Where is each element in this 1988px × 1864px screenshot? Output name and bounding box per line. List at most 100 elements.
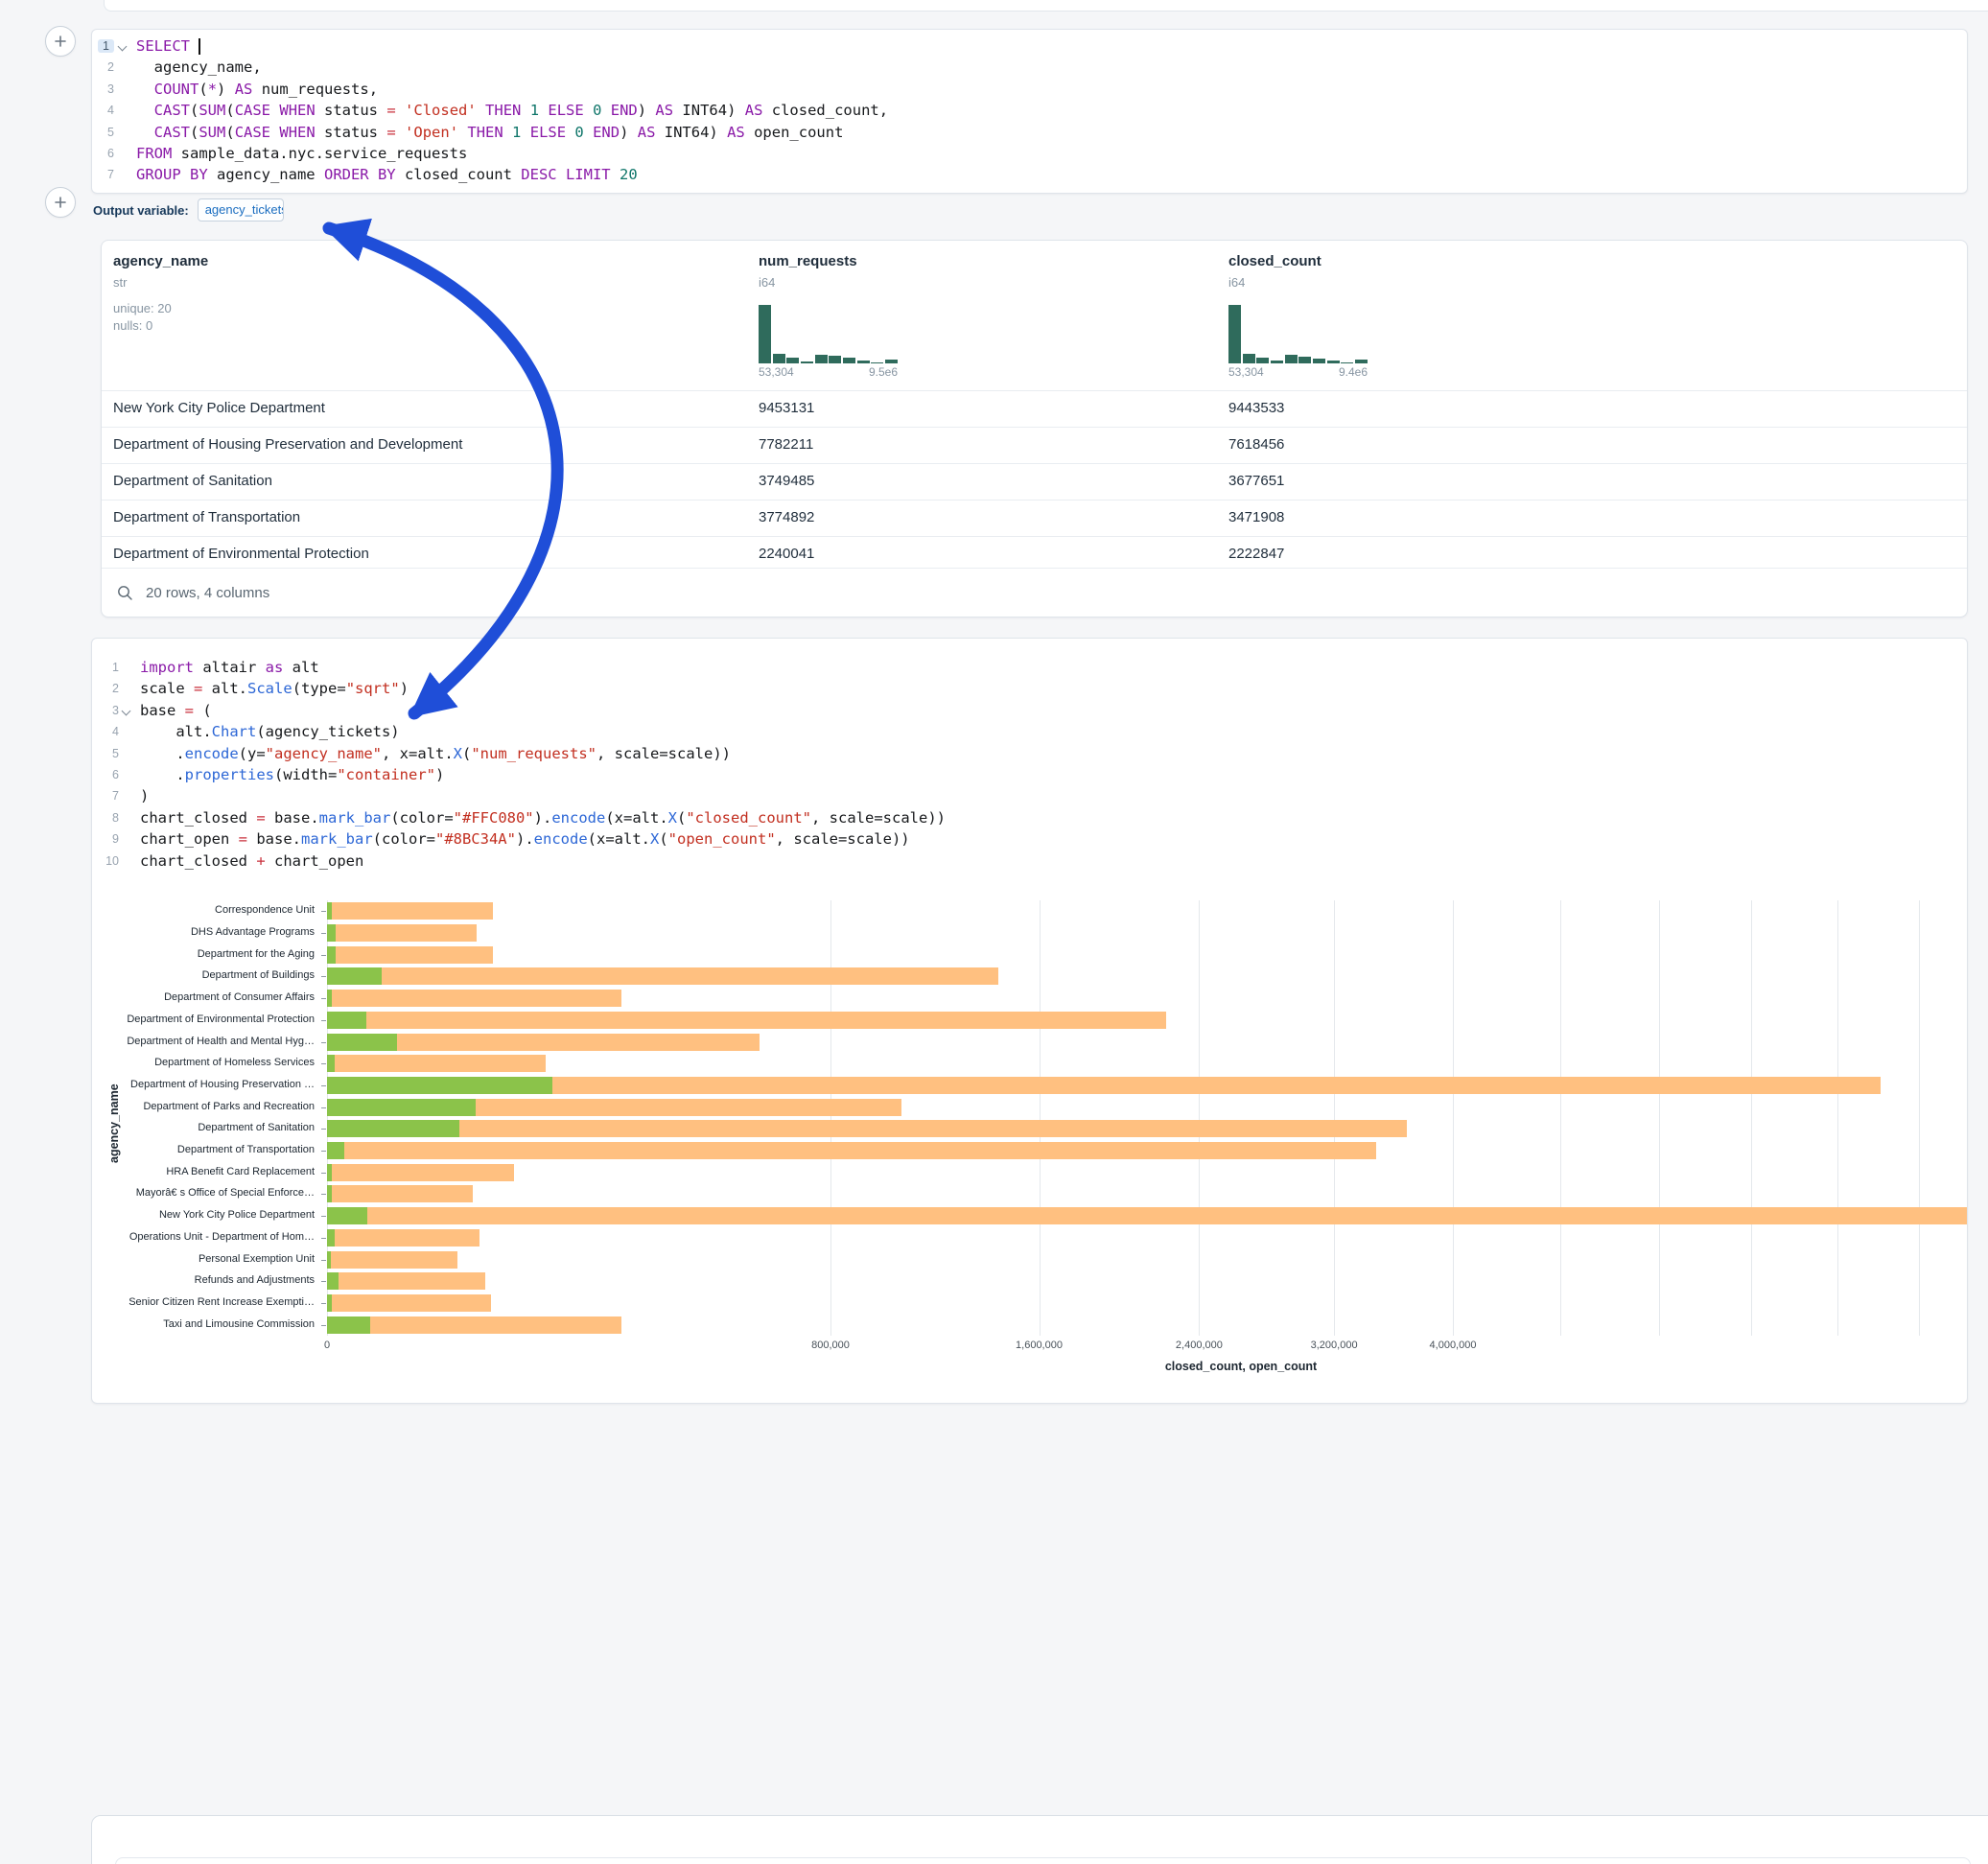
y-axis-tick (321, 911, 326, 912)
output-variable-label: Output variable: (93, 203, 189, 218)
bar-open_count (327, 1099, 476, 1116)
histogram-bar (1298, 357, 1311, 363)
code-line: scale = alt.Scale(type="sqrt") (140, 678, 946, 699)
bar-closed_count (327, 1251, 457, 1269)
line-number: 7 (92, 164, 127, 185)
table-cell-closed: 3677651 (1228, 464, 1284, 499)
line-number: 9 (92, 828, 130, 850)
table-header: agency_name str unique: 20 nulls: 0 num_… (102, 241, 1967, 390)
y-axis-tick (321, 1238, 326, 1239)
line-number: 4 (92, 100, 127, 121)
add-cell-button[interactable] (45, 26, 76, 57)
y-axis-label: Department of Sanitation (92, 1122, 315, 1133)
python-editor[interactable]: import altair as altscale = alt.Scale(ty… (130, 651, 946, 872)
line-number: 5 (92, 122, 127, 143)
y-axis-label: Department of Housing Preservation … (92, 1079, 315, 1090)
bar-closed_count (327, 1207, 1967, 1224)
table-cell-closed: 7618456 (1228, 428, 1284, 462)
output-variable-chip[interactable]: agency_tickets (198, 198, 284, 221)
y-axis-tick (321, 1107, 326, 1108)
bar-open_count (327, 1034, 397, 1051)
y-axis-label: New York City Police Department (92, 1209, 315, 1221)
y-axis-label: Operations Unit - Department of Hom… (92, 1231, 315, 1243)
y-axis-label: Senior Citizen Rent Increase Exempti… (92, 1296, 315, 1308)
bar-open_count (327, 1142, 344, 1159)
bar-open_count (327, 1077, 552, 1094)
column-title: num_requests (759, 253, 857, 269)
bar-open_count (327, 1164, 332, 1181)
bar-open_count (327, 1120, 459, 1137)
histogram-bar (786, 358, 799, 363)
table-row: Department of Transportation377489234719… (102, 500, 1967, 536)
code-line: chart_open = base.mark_bar(color="#8BC34… (140, 828, 946, 850)
fold-caret-icon[interactable] (122, 706, 131, 715)
bar-open_count (327, 1294, 332, 1312)
histogram-bar (773, 354, 785, 363)
search-icon[interactable] (117, 585, 133, 601)
table-row: Department of Sanitation 3749485 3677651 (102, 463, 1967, 500)
grid-line (1334, 900, 1335, 1336)
bar-open_count (327, 902, 332, 920)
y-axis-label: Refunds and Adjustments (92, 1274, 315, 1286)
sql-editor[interactable]: SELECT agency_name, COUNT(*) AS num_requ… (127, 30, 888, 193)
table-cell-num: 7782211 (759, 428, 813, 462)
y-axis-title: agency_name (107, 1083, 121, 1163)
results-table: agency_name str unique: 20 nulls: 0 num_… (101, 240, 1968, 617)
grid-line (1837, 900, 1838, 1336)
code-line: import altair as alt (140, 657, 946, 678)
bar-closed_count (327, 902, 493, 920)
histogram-min: 53,304 (1228, 365, 1264, 379)
sql-cell: 1234567 SELECT agency_name, COUNT(*) AS … (91, 29, 1968, 194)
line-number: 6 (92, 143, 127, 164)
y-axis-tick (321, 1042, 326, 1043)
histogram-bar (843, 358, 855, 363)
line-number: 10 (92, 850, 130, 872)
bar-open_count (327, 1229, 335, 1247)
bar-closed_count (327, 1142, 1376, 1159)
code-line: agency_name, (136, 57, 888, 78)
bar-closed_count (327, 1077, 1881, 1094)
code-line: base = ( (140, 700, 946, 721)
code-line: ) (140, 785, 946, 806)
histogram-bar (1228, 305, 1241, 363)
table-cell-agency: New York City Police Department (113, 391, 325, 426)
y-axis-tick (321, 1173, 326, 1174)
grid-line (1453, 900, 1454, 1336)
column-dtype: i64 (759, 275, 775, 290)
add-cell-button[interactable] (45, 187, 76, 218)
code-line: FROM sample_data.nyc.service_requests (136, 143, 888, 164)
bar-chart: Correspondence UnitDHS Advantage Program… (92, 897, 1967, 1396)
histogram-bar (1271, 361, 1283, 363)
code-line: .properties(width="container") (140, 764, 946, 785)
x-axis-label: 2,400,000 (1156, 1340, 1242, 1351)
bar-closed_count (327, 1294, 491, 1312)
line-number: 3 (92, 79, 127, 100)
bar-closed_count (327, 1055, 546, 1072)
table-cell-agency: Department of Sanitation (113, 464, 272, 499)
y-axis-label: HRA Benefit Card Replacement (92, 1166, 315, 1177)
column-dtype: i64 (1228, 275, 1245, 290)
table-cell-closed: 9443533 (1228, 391, 1284, 426)
table-footer: 20 rows, 4 columns (102, 568, 1967, 617)
fold-caret-icon[interactable] (118, 42, 128, 52)
x-axis: 0800,0001,600,0002,400,0003,200,0004,000… (92, 1340, 1967, 1355)
histogram-bar (1285, 355, 1298, 363)
histogram-bar (829, 356, 841, 363)
notebook-canvas: 1234567 SELECT agency_name, COUNT(*) AS … (0, 0, 1988, 1864)
bar-open_count (327, 1207, 367, 1224)
bar-open_count (327, 924, 336, 942)
bar-closed_count (327, 1120, 1407, 1137)
grid-line (1751, 900, 1752, 1336)
bar-closed_count (327, 990, 621, 1007)
y-axis-label: Department of Health and Mental Hyg… (92, 1036, 315, 1047)
grid-line (1199, 900, 1200, 1336)
y-axis-tick (321, 1020, 326, 1021)
table-cell-closed: 2222847 (1228, 537, 1284, 571)
table-row: New York City Police Department945313194… (102, 390, 1967, 427)
histogram-range: 53,304 9.4e6 (1228, 365, 1368, 379)
histogram-bar (815, 355, 828, 363)
line-number: 2 (92, 57, 127, 78)
bar-closed_count (327, 1012, 1166, 1029)
table-cell-num: 3749485 (759, 464, 814, 499)
grid-line (830, 900, 831, 1336)
